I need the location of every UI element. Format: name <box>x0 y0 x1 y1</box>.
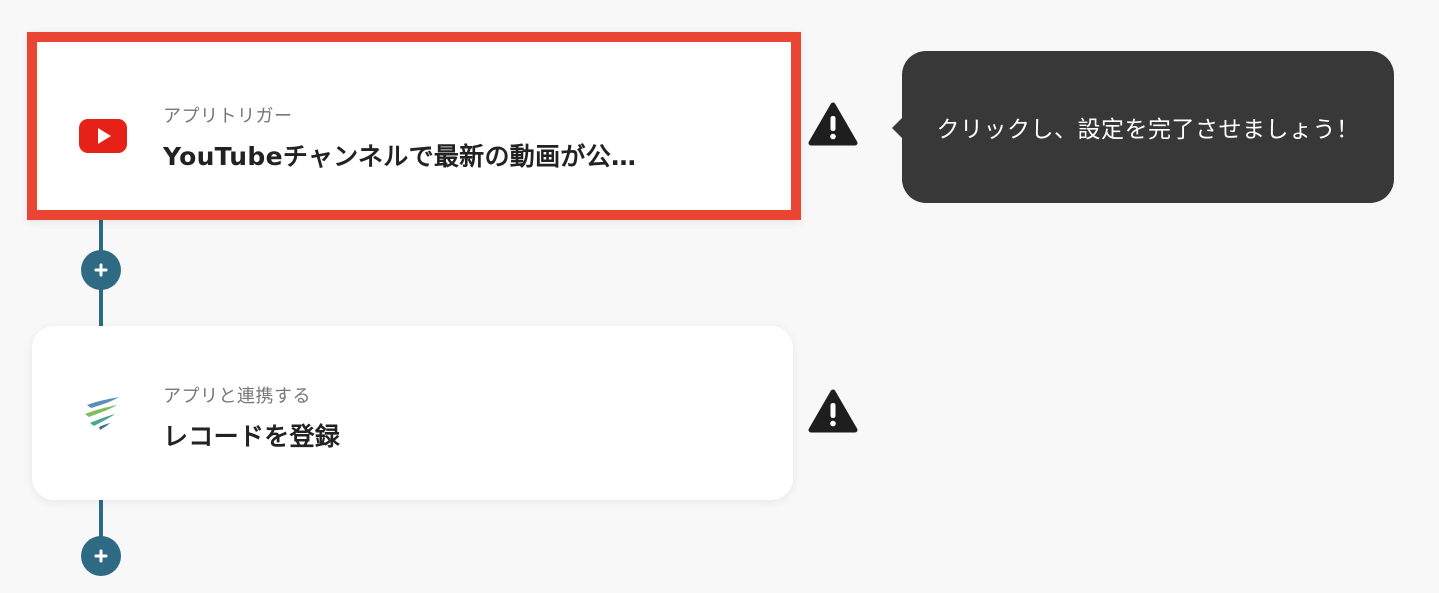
setup-hint-tooltip: クリックし、設定を完了させましょう！ <box>892 51 1394 203</box>
step-type-label: アプリと連携する <box>163 386 311 407</box>
warning-icon <box>808 102 858 146</box>
step-title: YouTubeチャンネルで最新の動画が公… <box>163 142 637 171</box>
warning-icon <box>808 389 858 433</box>
plus-icon <box>94 549 108 563</box>
action-step-card[interactable]: アプリと連携する レコードを登録 <box>32 326 793 500</box>
plus-icon <box>94 263 108 277</box>
service-logo-icon <box>78 388 128 438</box>
add-step-button[interactable] <box>81 536 121 576</box>
add-step-button[interactable] <box>81 250 121 290</box>
trigger-step-card[interactable]: アプリトリガー YouTubeチャンネルで最新の動画が公… <box>27 32 801 220</box>
step-title: レコードを登録 <box>163 422 341 451</box>
tooltip-arrow <box>892 117 903 139</box>
step-type-label: アプリトリガー <box>163 106 293 127</box>
youtube-logo-icon <box>78 111 128 161</box>
tooltip-text: クリックし、設定を完了させましょう！ <box>936 117 1360 143</box>
